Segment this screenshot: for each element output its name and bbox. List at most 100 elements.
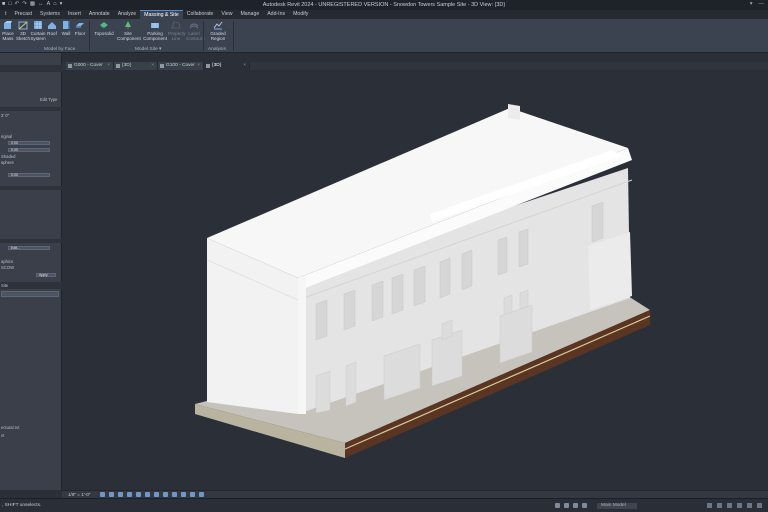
floor-button[interactable]: Floor (72, 20, 88, 36)
close-icon[interactable]: × (151, 62, 154, 70)
floor-label: Floor (74, 31, 86, 36)
apply-button[interactable]: Apply (36, 273, 56, 277)
section-header (0, 186, 62, 190)
view-control-bar: 1/8" = 1'-0" (62, 490, 768, 498)
select-underlay-icon[interactable] (717, 503, 722, 508)
graded-region-button[interactable]: Graded Region (208, 20, 228, 41)
visual-style-icon[interactable] (109, 492, 114, 497)
edit-type-button[interactable]: Edit Type (40, 97, 57, 102)
drag-elements-icon[interactable] (747, 503, 752, 508)
show-crop-icon[interactable] (154, 492, 159, 497)
project-browser-header (0, 282, 62, 289)
3d-view-canvas[interactable] (62, 70, 768, 490)
label-contours-button[interactable]: Label Contours (186, 20, 205, 41)
property-field[interactable]: 0.00 (8, 173, 50, 177)
site-component-icon (125, 21, 131, 29)
toposolid-icon (100, 22, 108, 29)
filter-icon[interactable] (757, 503, 762, 508)
active-model-selector[interactable]: Main Model (597, 503, 637, 509)
select-links-icon[interactable] (707, 503, 712, 508)
ribbon-tab[interactable]: Collaborate (183, 10, 218, 19)
place-mass-button[interactable]: Place Mass (0, 20, 16, 41)
3d-sketch-icon (18, 21, 28, 30)
3d-view-icon (116, 64, 120, 68)
ribbon-tab[interactable]: Add-Ins (263, 10, 289, 19)
hide-isolate-icon[interactable] (172, 492, 177, 497)
front-corner-pilaster (298, 276, 306, 414)
group-label-model-site[interactable]: Model Site ▾ (135, 47, 161, 52)
lock-view-icon[interactable] (163, 492, 168, 497)
ribbon-tab[interactable]: Insert (64, 10, 85, 19)
ribbon-tab[interactable]: Annotate (85, 10, 114, 19)
close-icon[interactable]: × (107, 62, 110, 70)
reveal-hidden-icon[interactable] (181, 492, 186, 497)
sheet-icon (68, 64, 72, 68)
view-tab[interactable]: G100 - Cover × (158, 62, 204, 70)
close-icon[interactable]: × (197, 62, 200, 70)
select-pinned-icon[interactable] (727, 503, 732, 508)
property-value: aphics (1, 259, 14, 264)
status-message: , SHIFT unselects. (2, 503, 42, 508)
view-tab-label: G100 - Cover (166, 63, 195, 68)
property-value: 3' 0" (1, 113, 10, 118)
ribbon-panel: Place Mass 3D Sketch Curtain System Roof… (0, 19, 768, 53)
worksets-icon[interactable] (555, 503, 560, 508)
minimize-icon[interactable]: — (759, 1, 765, 7)
building-model[interactable] (62, 70, 768, 490)
ribbon-tab[interactable]: Analyze (114, 10, 140, 19)
detail-level-icon[interactable] (100, 492, 105, 497)
label-contours-icon (189, 23, 199, 29)
toposolid-label: Toposolid (94, 31, 114, 36)
group-model-site: Toposolid Site Component Parking Compone… (90, 19, 205, 53)
constraints-icon[interactable] (199, 492, 204, 497)
ribbon-tab[interactable]: t (1, 10, 10, 19)
property-line-button[interactable]: Property Line (168, 20, 185, 41)
parking-component-button[interactable]: Parking Component (142, 20, 168, 41)
view-tab-active[interactable]: {3D} × (204, 62, 250, 70)
browser-item[interactable]: ectural.rvt (1, 425, 19, 430)
ribbon-tab[interactable]: Modify (289, 10, 312, 19)
status-icons (555, 503, 587, 508)
render-icon[interactable] (136, 492, 141, 497)
ribbon-tab[interactable]: Precast (10, 10, 36, 19)
view-scale[interactable]: 1/8" = 1'-0" (68, 492, 90, 497)
edit-button[interactable]: Edit... (8, 246, 50, 250)
close-icon[interactable]: × (243, 62, 246, 70)
roof-label: Roof (47, 31, 57, 36)
view-tab-label: {3D} (212, 63, 222, 68)
design-options-icon[interactable] (582, 503, 587, 508)
property-field[interactable]: 0.00 (8, 148, 50, 152)
place-mass-icon (4, 21, 12, 29)
roof-icon (48, 22, 56, 29)
project-browser-search[interactable] (1, 291, 59, 297)
site-component-button[interactable]: Site Component (117, 20, 141, 41)
3d-sketch-button[interactable]: 3D Sketch (15, 20, 31, 41)
ribbon-tab[interactable]: Massing & Site (140, 10, 183, 19)
group-analysis: Graded Region Analysis (204, 19, 232, 53)
view-tab[interactable]: {3D} × (114, 62, 158, 70)
sun-path-icon[interactable] (118, 492, 123, 497)
toposolid-button[interactable]: Toposolid (93, 20, 115, 36)
graded-region-icon (213, 21, 223, 30)
account-menu[interactable]: ▾ (750, 1, 753, 7)
sync-icon[interactable] (564, 503, 569, 508)
group-model-by-face: Place Mass 3D Sketch Curtain System Roof… (0, 19, 88, 53)
sheet-icon (160, 64, 164, 68)
browser-item[interactable]: vt (1, 433, 4, 438)
editing-requests-icon[interactable] (573, 503, 578, 508)
select-by-face-icon[interactable] (737, 503, 742, 508)
ribbon-tab[interactable]: View (217, 10, 236, 19)
property-value: riginal (1, 134, 13, 139)
title-bar: ■ □ ↶ ↷ ▩ ↔ A ⌂ ▾ Autodesk Revit 2024 - … (0, 0, 768, 10)
view-tab[interactable]: G000 - Cover × (66, 62, 114, 70)
shadows-icon[interactable] (127, 492, 132, 497)
property-field[interactable]: 0.00 (8, 141, 50, 145)
ribbon-tab[interactable]: Manage (236, 10, 263, 19)
label-contours-label: Label Contours (186, 31, 205, 41)
analytical-model-icon[interactable] (190, 492, 195, 497)
ribbon-tab[interactable]: Systems (36, 10, 64, 19)
section-header (0, 107, 62, 111)
crop-view-icon[interactable] (145, 492, 150, 497)
window-title: Autodesk Revit 2024 - UNREGISTERED VERSI… (262, 2, 506, 8)
floor-icon (76, 23, 84, 28)
